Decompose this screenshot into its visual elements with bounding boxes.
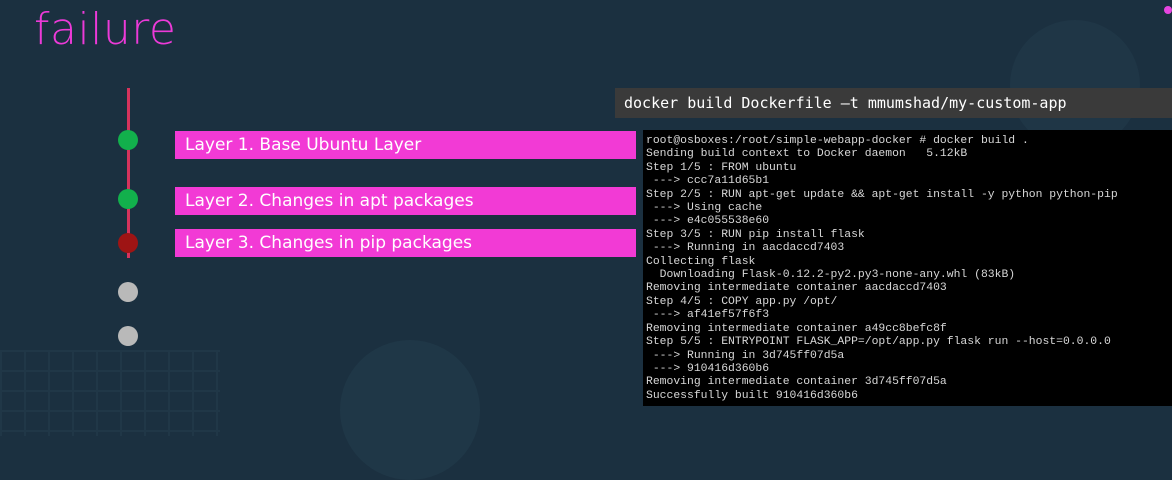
layer-5-status-dot xyxy=(118,326,138,346)
terminal-line: Sending build context to Docker daemon 5… xyxy=(646,148,968,161)
layer-1-status-dot xyxy=(118,130,138,150)
terminal-line: Successfully built 910416d360b6 xyxy=(646,389,858,402)
terminal-line: ---> Using cache xyxy=(646,202,763,215)
terminal-line: Step 1/5 : FROM ubuntu xyxy=(646,161,797,174)
terminal-line: Step 2/5 : RUN apt-get update && apt-get… xyxy=(646,188,1118,201)
terminal-line: Step 3/5 : RUN pip install flask xyxy=(646,228,865,241)
terminal-line: root@osboxes:/root/simple-webapp-docker … xyxy=(646,135,1029,147)
layer-4-status-dot xyxy=(118,282,138,302)
terminal-line: Step 4/5 : COPY app.py /opt/ xyxy=(646,295,838,308)
terminal-line: ---> Running in 3d745ff07d5a xyxy=(646,349,845,362)
terminal-output: root@osboxes:/root/simple-webapp-docker … xyxy=(643,130,1172,406)
terminal-line: Collecting flask xyxy=(646,255,756,268)
terminal-line: ---> af41ef57f6f3 xyxy=(646,309,770,322)
background-container-decoration xyxy=(0,350,220,436)
layer-2-label: Layer 2. Changes in apt packages xyxy=(175,187,636,215)
terminal-line: ---> 910416d360b6 xyxy=(646,362,770,375)
slide-title: failure xyxy=(34,4,177,55)
layer-1-label: Layer 1. Base Ubuntu Layer xyxy=(175,131,636,159)
terminal-line: ---> Running in aacdaccd7403 xyxy=(646,242,845,255)
corner-dot xyxy=(1164,6,1172,14)
terminal-line: ---> e4c055538e60 xyxy=(646,215,770,228)
terminal-line: Downloading Flask-0.12.2-py2.py3-none-an… xyxy=(646,269,1016,282)
terminal-line: ---> ccc7a11d65b1 xyxy=(646,175,770,188)
layer-3-label: Layer 3. Changes in pip packages xyxy=(175,229,636,257)
terminal-line: Removing intermediate container aacdaccd… xyxy=(646,282,947,295)
terminal-line: Removing intermediate container 3d745ff0… xyxy=(646,376,947,389)
terminal-line: Step 5/5 : ENTRYPOINT FLASK_APP=/opt/app… xyxy=(646,336,1111,349)
docker-build-command: docker build Dockerfile –t mmumshad/my-c… xyxy=(615,88,1172,118)
layer-3-status-dot xyxy=(118,233,138,253)
terminal-line: Removing intermediate container a49cc8be… xyxy=(646,322,947,335)
layer-2-status-dot xyxy=(118,189,138,209)
background-circle-decoration xyxy=(340,340,480,480)
